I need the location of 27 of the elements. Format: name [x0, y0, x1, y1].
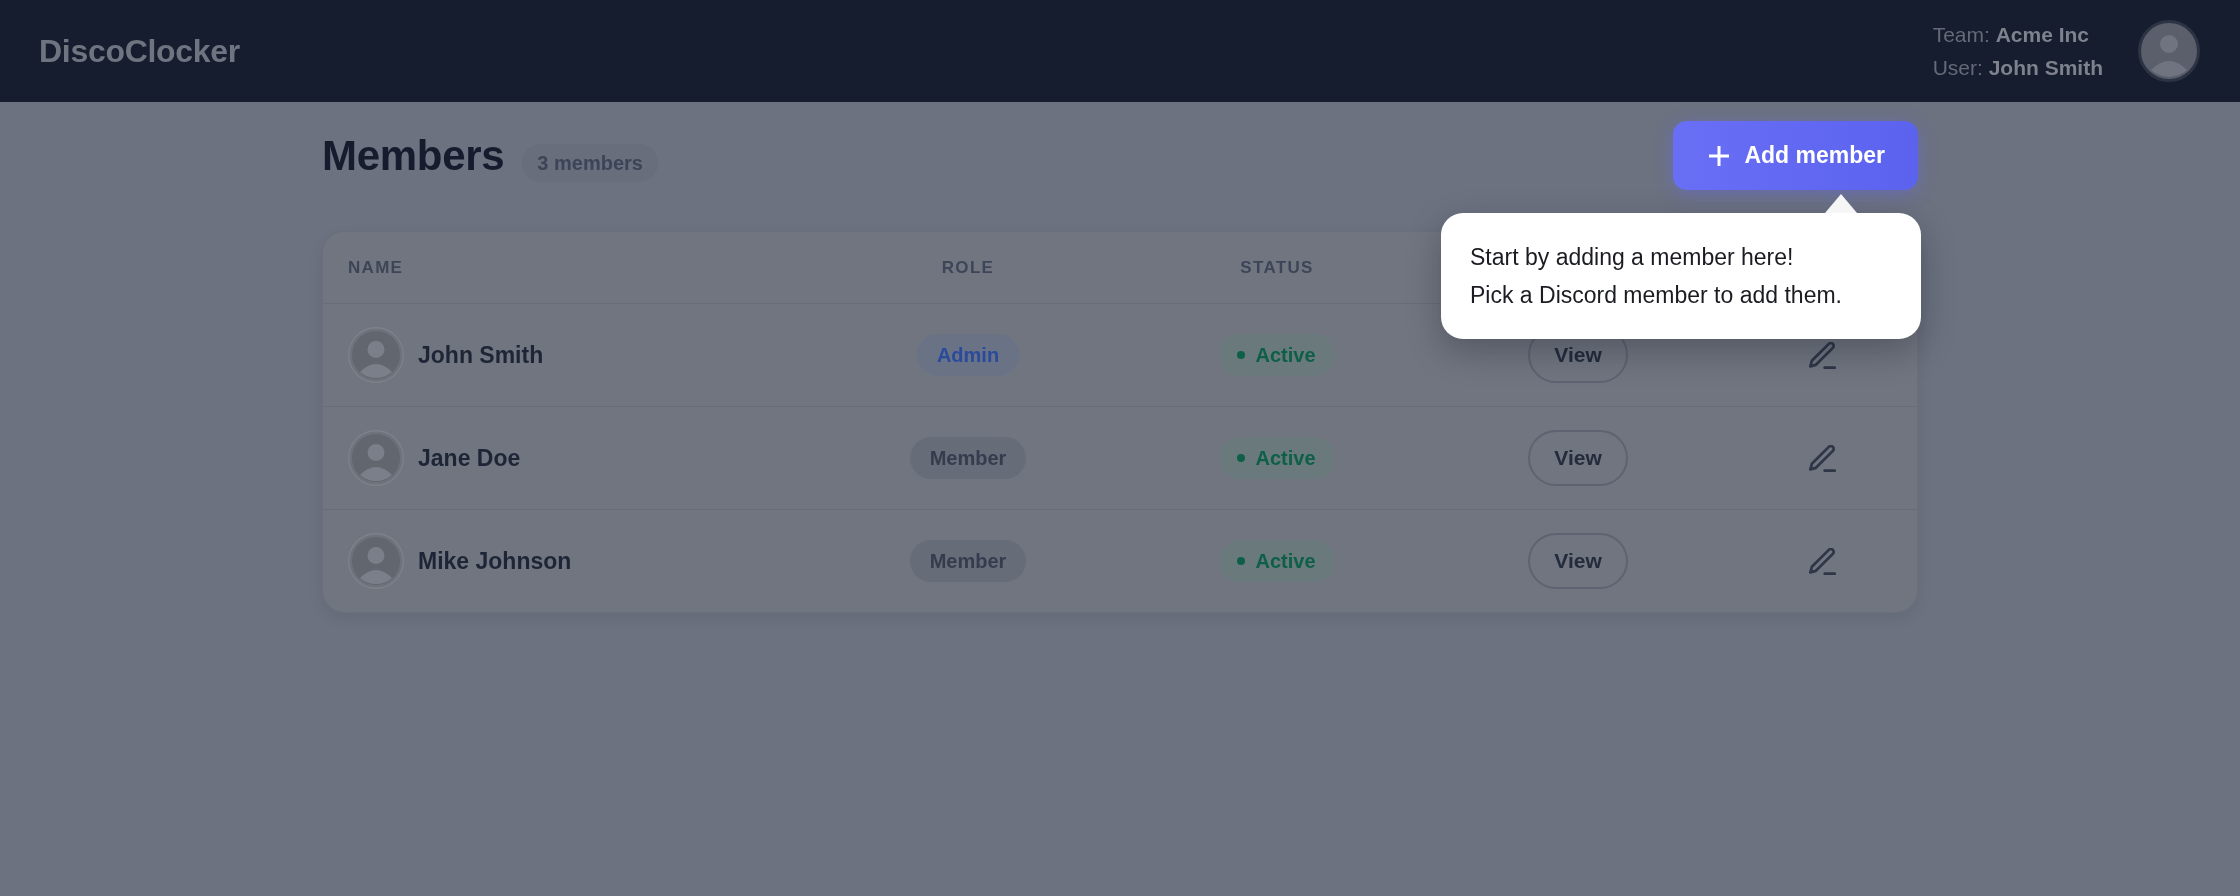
add-member-button[interactable]: Add member: [1673, 121, 1918, 190]
view-button[interactable]: View: [1528, 430, 1628, 486]
pencil-icon[interactable]: [1808, 444, 1836, 472]
member-name: Mike Johnson: [418, 547, 572, 575]
plus-icon: [1709, 145, 1730, 166]
status-text: Active: [1255, 446, 1316, 470]
tooltip-text: Pick a Discord member to add them.: [1470, 281, 1843, 310]
avatar-icon: [348, 533, 404, 589]
view-button[interactable]: View: [1528, 533, 1628, 589]
pencil-icon[interactable]: [1808, 341, 1836, 369]
pencil-icon[interactable]: [1808, 547, 1836, 575]
member-name: Jane Doe: [418, 444, 521, 472]
avatar-icon[interactable]: [2138, 20, 2200, 82]
user-label: User: John Smith: [1932, 55, 2103, 81]
team-label: Team: Acme Inc: [1932, 22, 2091, 48]
tooltip-text: Start by adding a member here!: [1470, 243, 1795, 272]
app-logo: DiscoClocker: [39, 32, 240, 70]
role-badge: Admin: [916, 334, 1020, 376]
avatar-icon: [348, 430, 404, 486]
status-dot-icon: [1237, 557, 1246, 565]
avatar-icon: [348, 327, 404, 383]
member-name: John Smith: [418, 341, 544, 369]
status-dot-icon: [1237, 351, 1246, 359]
page-title: Members: [322, 131, 505, 180]
status-text: Active: [1255, 343, 1316, 367]
status-dot-icon: [1237, 454, 1246, 462]
status-text: Active: [1255, 549, 1316, 573]
